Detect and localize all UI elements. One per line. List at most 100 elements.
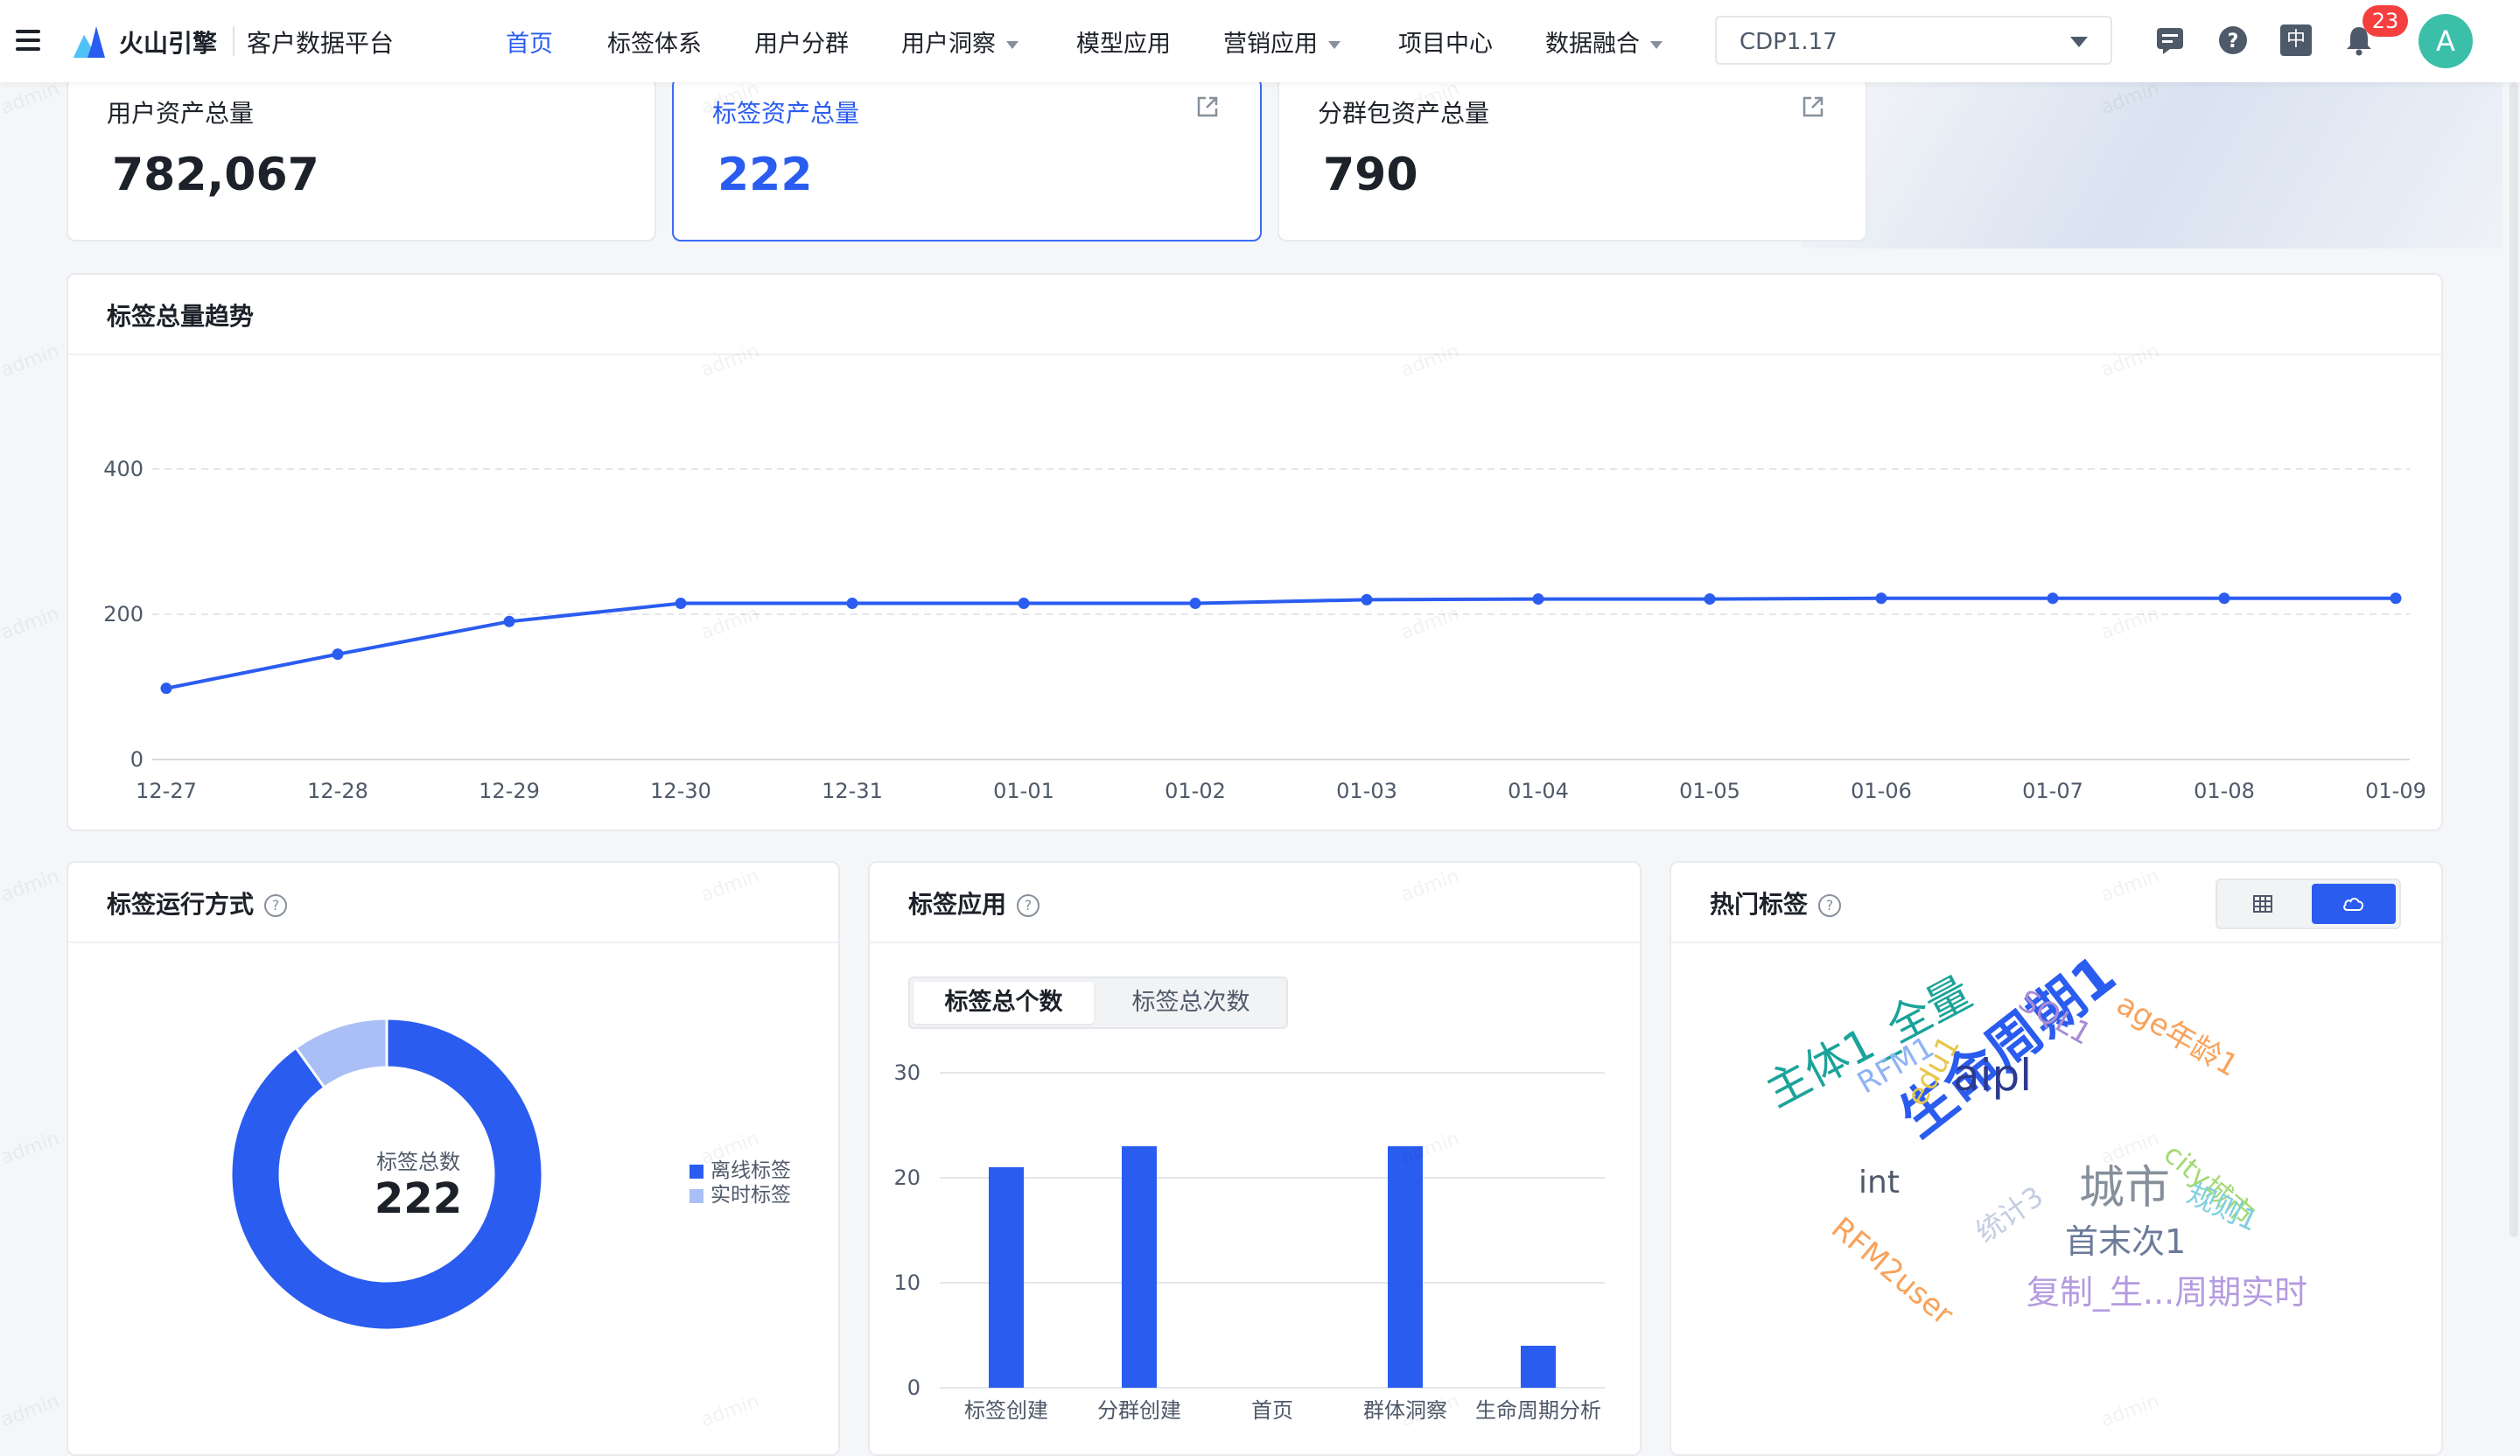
x-tick-label: 12-28 [307, 779, 368, 803]
nav-item-label: 模型应用 [1076, 31, 1171, 58]
series-line [165, 596, 2396, 690]
word-cloud-tag[interactable]: int [1858, 1167, 1900, 1199]
data-point [675, 598, 687, 610]
panel-header: 标签应用? [870, 863, 1640, 943]
x-tick-label: 生命周期分析 [1475, 1398, 1601, 1423]
chevron-down-icon [2070, 37, 2088, 47]
x-tick-label: 群体洞察 [1363, 1398, 1447, 1423]
nav-item-label: 数据融合 [1545, 31, 1640, 58]
word-cloud-tag[interactable]: aipl [1953, 1054, 2032, 1097]
watermark: admin [0, 864, 63, 907]
nav-item[interactable]: 项目中心 [1398, 24, 1493, 59]
x-tick-label: 01-08 [2194, 779, 2255, 803]
word-cloud-tag[interactable]: 复制_生...周期实时 [2026, 1276, 2307, 1309]
nav-item[interactable]: 首页 [506, 24, 553, 59]
metric-segmented-control: 标签总个数 标签总次数 [908, 976, 1288, 1029]
help-icon[interactable]: ? [2217, 24, 2249, 56]
data-point [1361, 593, 1373, 606]
chevron-down-icon [1006, 41, 1018, 49]
tab-tag-times[interactable]: 标签总次数 [1097, 982, 1284, 1024]
notification-badge: 23 [2362, 5, 2408, 37]
language-icon[interactable]: 中 [2280, 24, 2312, 56]
watermark: admin [0, 1390, 63, 1432]
word-cloud-tag[interactable]: 城市 [2079, 1166, 2170, 1211]
word-cloud-tag[interactable]: 统计3 [1970, 1180, 2049, 1250]
chevron-down-icon [1650, 41, 1662, 49]
nav-item[interactable]: 数据融合 [1545, 24, 1662, 59]
data-point [2218, 592, 2230, 605]
brand-divider [233, 26, 234, 56]
nav-item[interactable]: 营销应用 [1223, 24, 1340, 59]
nav-item[interactable]: 标签体系 [607, 24, 702, 59]
y-tick-label: 20 [893, 1166, 920, 1190]
tab-tag-count[interactable]: 标签总个数 [914, 982, 1094, 1024]
brand-name: 火山引擎 [119, 29, 218, 58]
x-tick-label: 01-07 [2022, 779, 2083, 803]
tag-trend-panel: 标签总量趋势 0 200 400 12-27 12-28 12-29 12-30 12-31 0… [66, 273, 2443, 831]
word-cloud-tag[interactable]: 首末次1 [2065, 1225, 2186, 1258]
external-link-icon[interactable] [1801, 94, 1825, 119]
help-icon[interactable]: ? [1818, 894, 1842, 917]
kpi-card-segments[interactable]: 分群包资产总量 790 [1278, 77, 1867, 242]
menu-icon[interactable] [16, 30, 42, 51]
watermark: admin [0, 602, 63, 645]
word-cloud-tag[interactable]: RFM2user [1824, 1211, 1960, 1333]
data-point [2390, 592, 2402, 605]
nav-item[interactable]: 模型应用 [1076, 24, 1171, 59]
top-navigation-bar: 火山引擎 客户数据平台 首页 标签体系 用户分群 用户洞察 模型应用 营销应用 项目中心 数据… [0, 0, 2520, 82]
word-cloud-tag[interactable]: age年龄1 [2110, 987, 2244, 1084]
y-tick-label: 0 [907, 1376, 920, 1400]
data-point [1189, 598, 1201, 610]
nav-item[interactable]: 用户分群 [754, 24, 849, 59]
nav-item-label: 用户分群 [754, 31, 849, 58]
cloud-icon [2343, 898, 2364, 911]
help-icon[interactable]: ? [1017, 894, 1040, 917]
watermark: admin [0, 77, 63, 120]
x-tick-label: 01-09 [2365, 779, 2426, 803]
tag-word-cloud: 生命周期1 主体1_全量 aipl SQL1 age年龄1 RFM1 edu1 int 城市 ci… [1671, 942, 2441, 1456]
panel-title-text: 标签应用 [908, 890, 1007, 919]
cloud-view-button[interactable] [2312, 884, 2396, 924]
view-toggle [2216, 878, 2401, 929]
nav-item[interactable]: 用户洞察 [901, 24, 1018, 59]
project-select[interactable]: CDP1.17 [1715, 16, 2112, 65]
bar [989, 1167, 1024, 1388]
legend-item[interactable]: 实时标签 [690, 1178, 791, 1208]
nav-item-label: 营销应用 [1223, 31, 1318, 58]
panel-header: 标签运行方式? [68, 863, 838, 943]
watermark: admin [0, 1127, 63, 1170]
external-link-icon[interactable] [1195, 94, 1220, 119]
project-select-value: CDP1.17 [1740, 29, 1838, 55]
table-view-button[interactable] [2221, 884, 2305, 924]
data-point [1532, 593, 1544, 606]
data-point [846, 598, 858, 610]
panel-title: 热门标签? [1710, 886, 1842, 920]
nav-item-label: 项目中心 [1398, 31, 1493, 58]
x-tick-label: 标签创建 [964, 1398, 1048, 1423]
header-background-art [1802, 82, 2502, 248]
y-tick-label: 30 [893, 1060, 920, 1085]
panel-title-text: 热门标签 [1710, 890, 1809, 919]
data-point [160, 682, 172, 695]
x-tick-label: 首页 [1251, 1398, 1293, 1423]
message-icon[interactable] [2154, 24, 2186, 56]
legend-swatch [690, 1188, 704, 1203]
kpi-card-tags[interactable]: 标签资产总量 222 [672, 77, 1262, 242]
scrollbar[interactable] [2510, 82, 2518, 1237]
run-mode-panel: 标签运行方式? 标签总数 222 离线标签 实时标签 [66, 861, 840, 1456]
avatar[interactable]: A [2418, 14, 2473, 68]
kpi-value: 790 [1323, 149, 1418, 201]
bar [1122, 1146, 1157, 1388]
x-tick-label: 01-02 [1165, 779, 1226, 803]
help-icon[interactable]: ? [264, 894, 288, 917]
x-tick-label: 01-04 [1508, 779, 1569, 803]
watermark: admin [0, 340, 63, 382]
kpi-value: 222 [718, 149, 813, 201]
kpi-label: 用户资产总量 [107, 99, 255, 128]
panel-header: 热门标签? [1671, 863, 2441, 943]
tag-application-bar-chart: 0 10 20 30 标签创建 分群创建 首页 群体洞察 生命周期分析 [893, 1060, 1605, 1423]
panel-title-text: 标签运行方式 [107, 890, 255, 919]
y-tick-label: 400 [103, 457, 144, 481]
kpi-card-users[interactable]: 用户资产总量 782,067 [66, 77, 656, 242]
x-tick-label: 01-05 [1679, 779, 1740, 803]
